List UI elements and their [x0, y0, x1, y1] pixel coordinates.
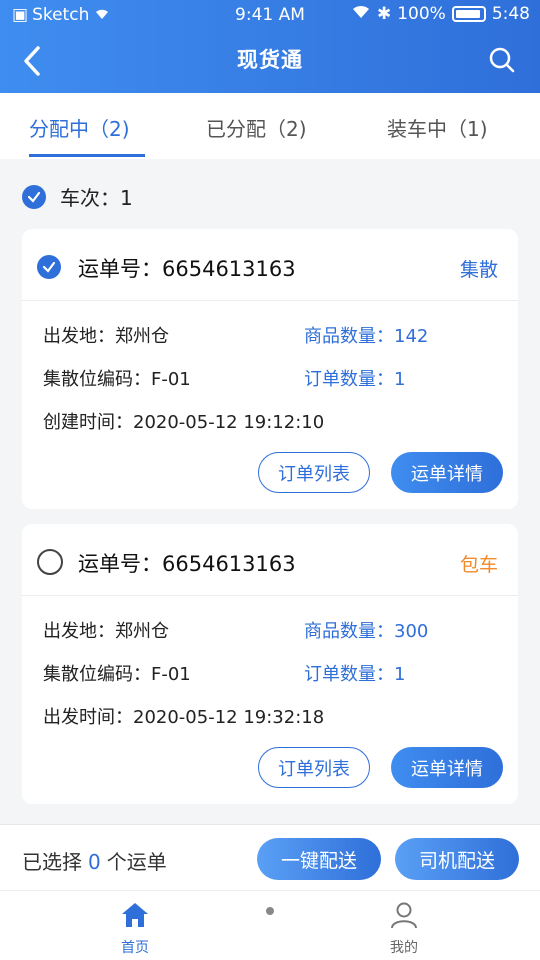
waybill-card: 运单号：6654613163 包车 出发地：郑州仓 商品数量：300 集散位编码…: [22, 524, 518, 804]
waybill-detail-button[interactable]: 运单详情: [391, 747, 503, 788]
status-right: ✱ 100% 5:48: [351, 3, 530, 24]
status-tabs: 分配中（2) 已分配（2) 装车中（1): [0, 93, 540, 159]
app-header: ▣ Sketch 9:41 AM ✱ 100% 5:48 现货通: [0, 0, 540, 93]
waybill-detail-button[interactable]: 运单详情: [391, 452, 503, 493]
order-count: 订单数量：1: [304, 660, 405, 686]
tab-allocating[interactable]: 分配中（2): [29, 113, 130, 142]
checked-icon[interactable]: [37, 255, 61, 279]
card-header: 运单号：6654613163 集散: [22, 229, 518, 301]
product-quantity: 商品数量：142: [304, 322, 428, 348]
page-title: 现货通: [237, 48, 303, 72]
order-count-value: 1: [394, 369, 406, 390]
driver-dispatch-button[interactable]: 司机配送: [395, 838, 519, 880]
order-count-value: 1: [394, 664, 406, 685]
order-count: 订单数量：1: [304, 365, 405, 391]
departure-time: 出发时间：2020-05-12 19:32:18: [43, 707, 325, 728]
order-count-label: 订单数量：: [304, 369, 394, 390]
product-quantity-value: 300: [394, 621, 429, 642]
product-quantity-label: 商品数量：: [304, 621, 394, 642]
order-count-label: 订单数量：: [304, 664, 394, 685]
product-quantity-label: 商品数量：: [304, 326, 394, 347]
search-icon: [489, 47, 515, 73]
trip-label: 车次：1: [60, 186, 133, 210]
selection-suffix: 个运单: [106, 850, 167, 874]
search-button[interactable]: [486, 44, 518, 76]
selection-action-bar: 已选择 0 个运单 一键配送 司机配送: [0, 824, 540, 890]
home-icon: [122, 903, 148, 927]
order-list-button[interactable]: 订单列表: [258, 747, 370, 788]
tab-loading[interactable]: 装车中（1): [387, 113, 488, 142]
wifi-icon: [351, 3, 371, 24]
selection-prefix: 已选择: [22, 850, 82, 874]
product-quantity-value: 142: [394, 326, 429, 347]
hub-code: 集散位编码：F-01: [43, 664, 191, 685]
nav-bar: 现货通: [0, 32, 540, 90]
tab-mine-label: 我的: [390, 940, 418, 956]
bottom-tab-bar: 首页 我的: [0, 890, 540, 960]
battery-percent: 100%: [397, 3, 446, 24]
waybill-type-tag: 包车: [459, 554, 498, 576]
tab-mine[interactable]: 我的: [354, 901, 454, 957]
selection-summary: 已选择 0 个运单: [22, 846, 167, 875]
hub-code: 集散位编码：F-01: [43, 369, 191, 390]
status-bar: ▣ Sketch 9:41 AM ✱ 100% 5:48: [0, 0, 540, 32]
battery-icon: [451, 5, 486, 22]
selection-count: 0: [88, 850, 101, 874]
tab-home[interactable]: 首页: [85, 901, 185, 957]
tab-home-label: 首页: [121, 940, 149, 956]
waybill-type-tag: 集散: [459, 259, 498, 281]
card-header: 运单号：6654613163 包车: [22, 524, 518, 596]
tab-allocated[interactable]: 已分配（2): [206, 113, 307, 142]
status-right-time: 5:48: [491, 3, 530, 24]
product-quantity: 商品数量：300: [304, 617, 428, 643]
checked-icon[interactable]: [22, 184, 46, 209]
indicator-dot: [266, 907, 274, 915]
tab-active-indicator: [29, 154, 145, 157]
origin: 出发地：郑州仓: [43, 326, 169, 347]
origin: 出发地：郑州仓: [43, 621, 169, 642]
created-time: 创建时间：2020-05-12 19:12:10: [43, 412, 325, 433]
user-icon: [391, 902, 417, 929]
bluetooth-icon: ✱: [376, 3, 392, 24]
order-list-button[interactable]: 订单列表: [258, 452, 370, 493]
waybill-number: 运单号：6654613163: [78, 257, 296, 281]
waybill-card: 运单号：6654613163 集散 出发地：郑州仓 商品数量：142 集散位编码…: [22, 229, 518, 509]
one-click-dispatch-button[interactable]: 一键配送: [257, 838, 381, 880]
trip-selector[interactable]: 车次：1: [22, 182, 133, 211]
unchecked-icon[interactable]: [37, 549, 63, 575]
waybill-number: 运单号：6654613163: [78, 552, 296, 576]
